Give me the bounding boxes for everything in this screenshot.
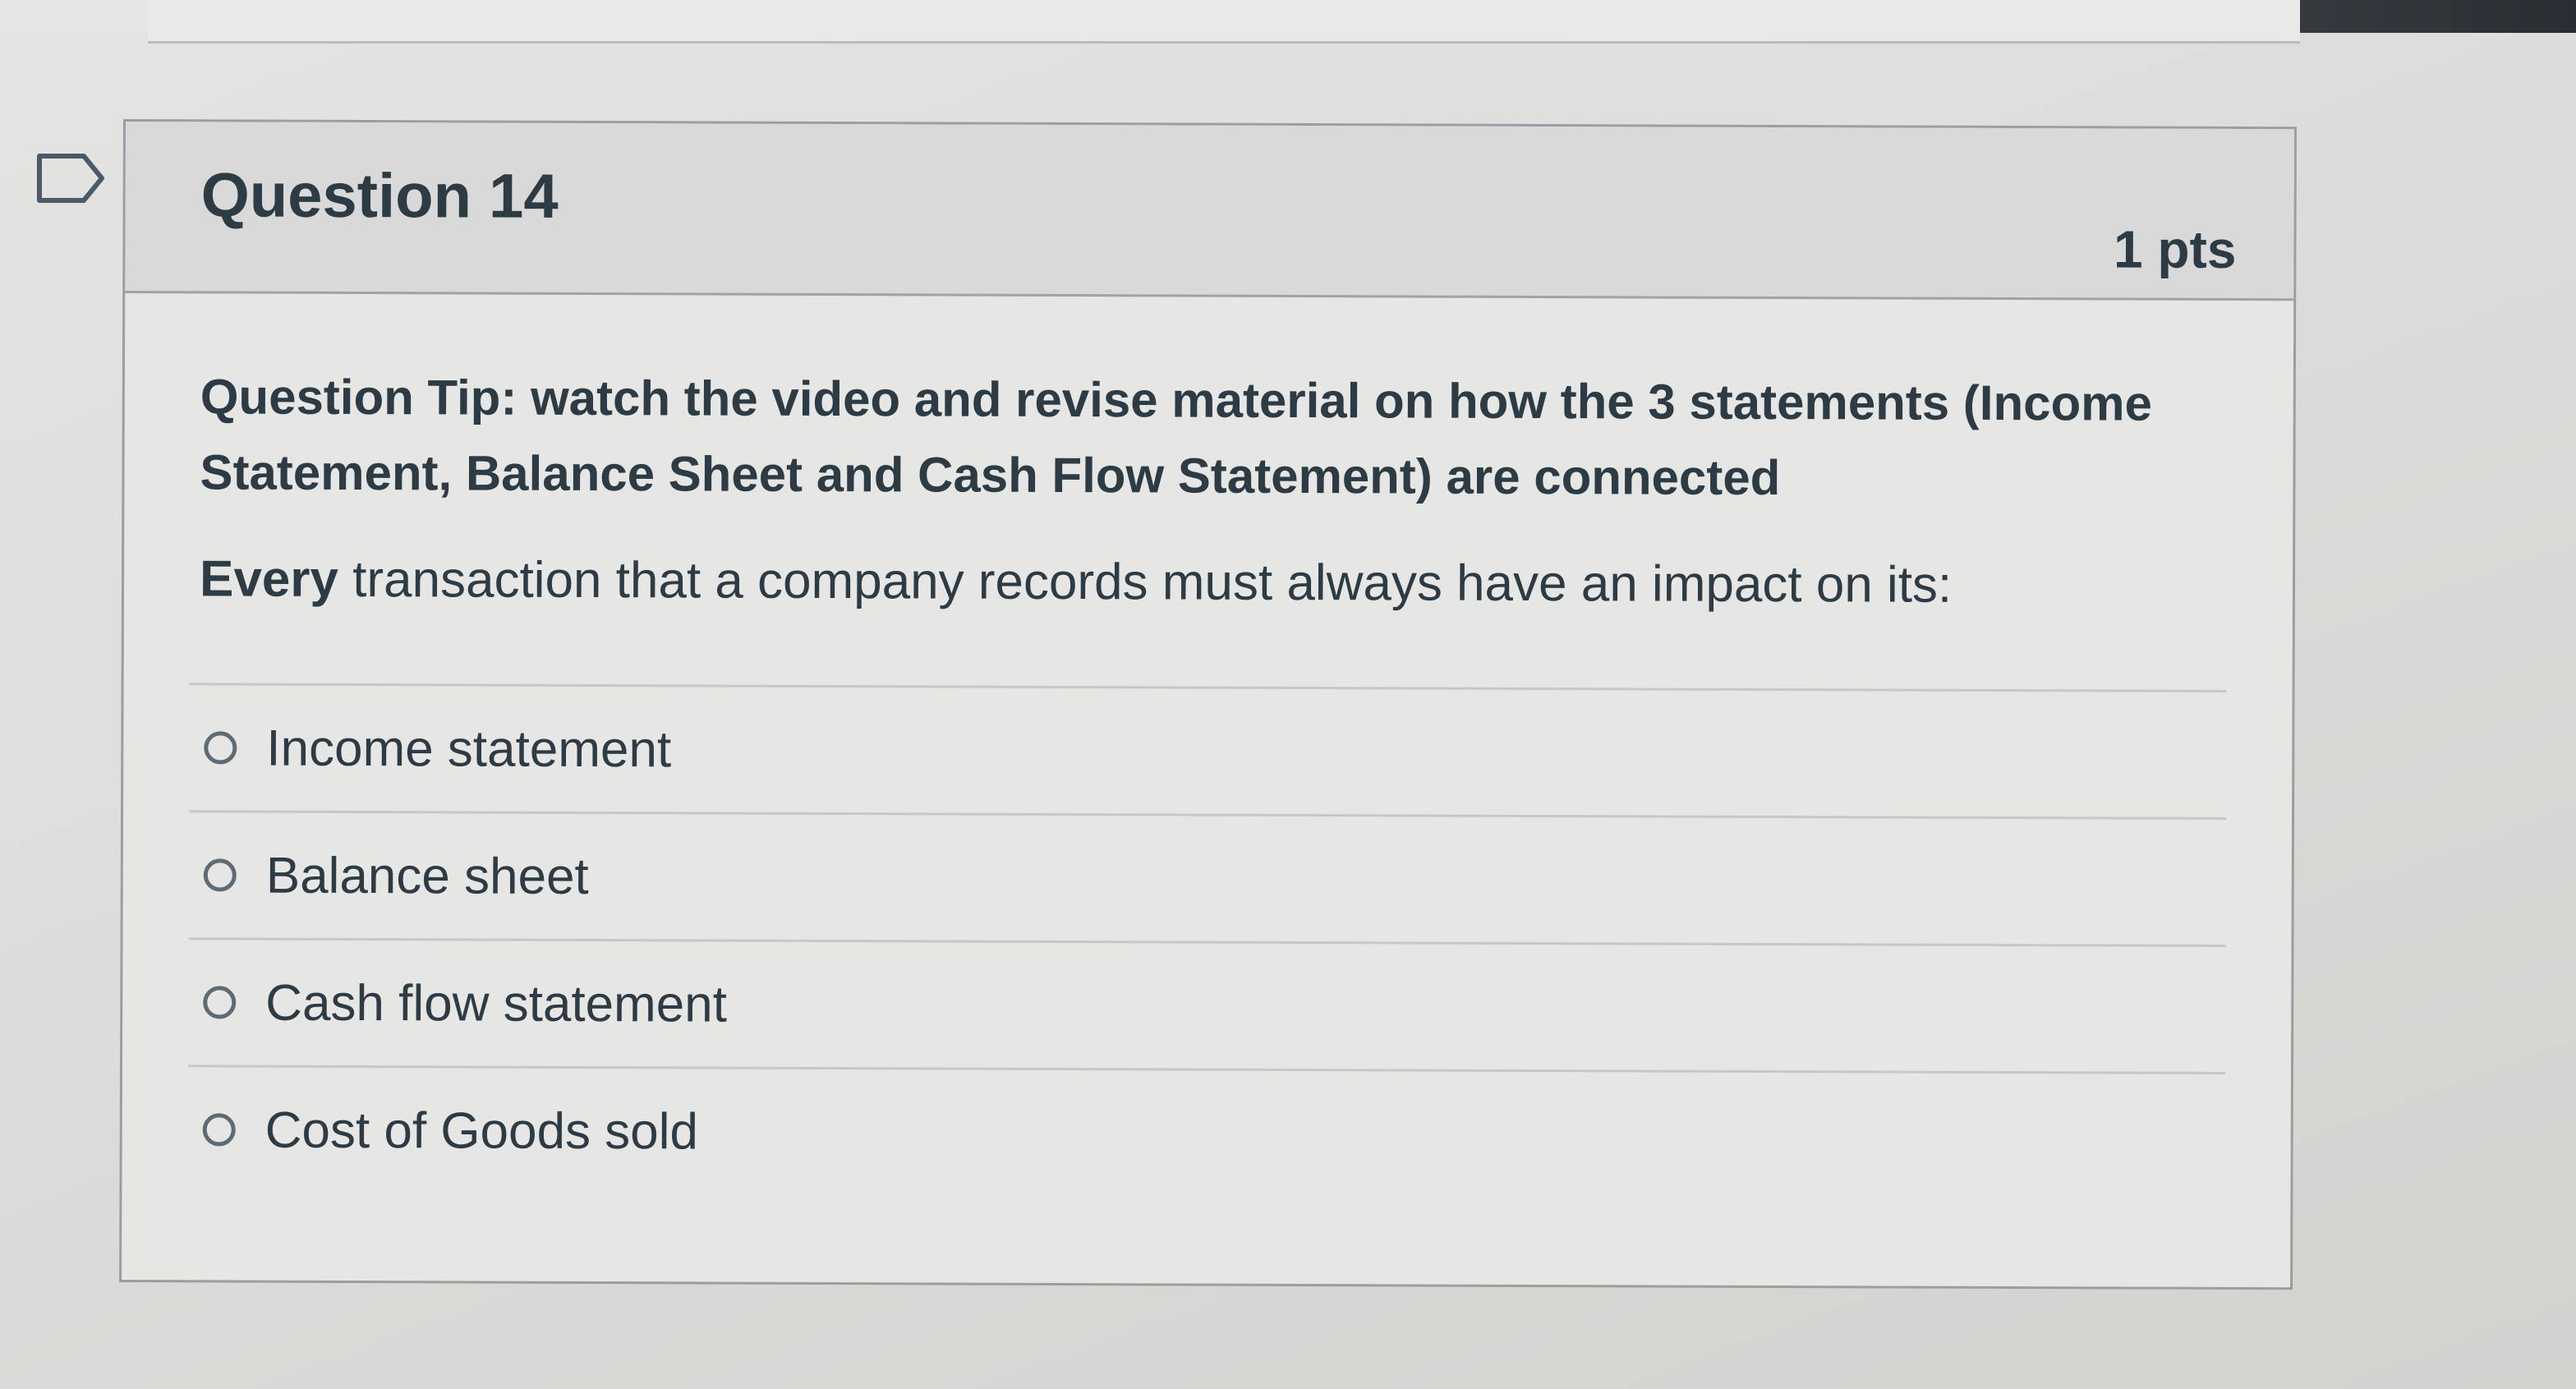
radio-unselected-icon[interactable] <box>202 1113 236 1147</box>
answer-option-income-statement[interactable]: Income statement <box>189 683 2227 817</box>
question-prompt: Every transaction that a company records… <box>200 546 2227 619</box>
question-prompt-text: transaction that a company records must … <box>338 550 1953 614</box>
question-body: Question Tip: watch the video and revise… <box>122 293 2293 1199</box>
flag-question-icon[interactable] <box>36 153 105 204</box>
previous-question-edge <box>148 0 2300 44</box>
question-prompt-emphasis: Every <box>199 550 339 608</box>
answer-option-cash-flow-statement[interactable]: Cash flow statement <box>187 937 2226 1072</box>
question-tip: Question Tip: watch the video and revise… <box>200 369 2153 506</box>
question-title: Question 14 <box>200 160 559 232</box>
radio-unselected-icon[interactable] <box>203 858 237 892</box>
question-header: Question 14 1 pts <box>125 122 2294 301</box>
radio-unselected-icon[interactable] <box>204 731 237 765</box>
answer-label: Cost of Goods sold <box>264 1102 699 1160</box>
answer-option-balance-sheet[interactable]: Balance sheet <box>188 810 2227 945</box>
answer-label: Cash flow statement <box>265 974 728 1033</box>
answer-list: Income statement Balance sheet Cash flow… <box>187 683 2227 1199</box>
answer-option-cost-of-goods-sold[interactable]: Cost of Goods sold <box>187 1065 2225 1199</box>
question-points: 1 pts <box>2113 219 2237 279</box>
answer-label: Balance sheet <box>265 847 589 905</box>
radio-unselected-icon[interactable] <box>203 986 237 1019</box>
answer-label: Income statement <box>266 720 672 778</box>
question-card: Question 14 1 pts Question Tip: watch th… <box>119 119 2297 1290</box>
top-strip <box>0 0 2576 44</box>
